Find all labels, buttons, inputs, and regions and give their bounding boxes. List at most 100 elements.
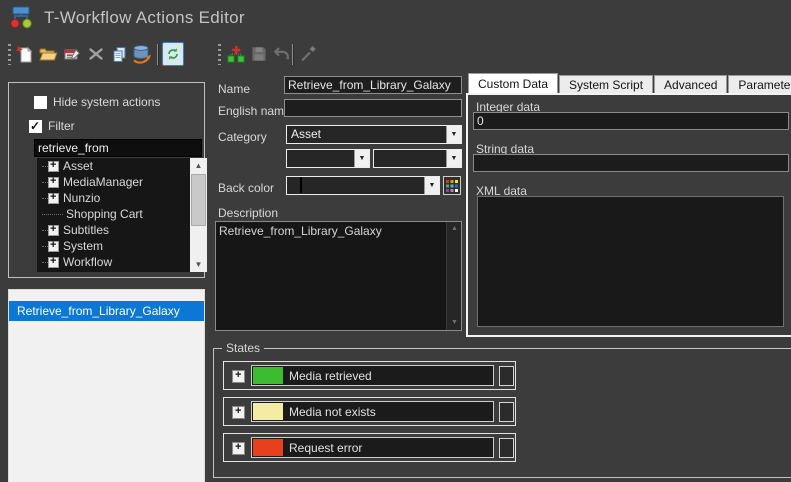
tree-expand-icon[interactable] (48, 177, 59, 188)
state-row-media-not-exists: Media not exists (223, 397, 516, 426)
name-input[interactable] (284, 76, 462, 94)
chevron-down-icon[interactable]: ▼ (446, 150, 461, 167)
database-button[interactable] (131, 42, 153, 66)
chevron-down-icon[interactable]: ▼ (354, 150, 369, 167)
xml-data-textarea[interactable] (477, 196, 784, 327)
state-row-media-retrieved: Media retrieved (223, 361, 516, 390)
state-color-swatch[interactable] (253, 367, 283, 384)
subcategory-combo-1[interactable]: ▼ (286, 149, 370, 168)
refresh-icon (166, 47, 180, 61)
state-color-swatch[interactable] (253, 439, 283, 456)
edit-form-button[interactable] (61, 42, 83, 66)
states-group-label: States (222, 341, 264, 355)
state-options-button[interactable] (499, 438, 514, 458)
states-group-box: States Media retrieved Media not exists … (213, 348, 791, 478)
description-textarea[interactable]: Retrieve_from_Library_Galaxy ▲ ▼ (215, 221, 462, 331)
scrollbar-thumb[interactable] (191, 174, 206, 226)
tree-item-asset[interactable]: Asset (37, 158, 190, 174)
open-button[interactable] (37, 42, 59, 66)
color-palette-button[interactable] (443, 176, 461, 195)
custom-data-tab-page: Integer data String data XML data (466, 93, 791, 337)
tree-item-mediamanager[interactable]: MediaManager (37, 174, 190, 190)
english-name-input[interactable] (284, 99, 462, 117)
state-name-field[interactable]: Media retrieved (251, 365, 494, 386)
name-label: Name (218, 82, 250, 96)
toolbar-separator-2 (292, 44, 293, 65)
checkbox-icon[interactable] (34, 96, 47, 109)
list-item-retrieve-from-library-galaxy[interactable]: Retrieve_from_Library_Galaxy (9, 301, 204, 321)
state-expand-icon[interactable] (232, 406, 245, 419)
scroll-down-icon[interactable]: ▼ (190, 257, 207, 272)
tree-item-shopping-cart[interactable]: Shopping Cart (37, 206, 190, 222)
tree-expand-icon[interactable] (48, 225, 59, 236)
chevron-down-icon[interactable]: ▼ (446, 126, 461, 143)
state-expand-icon[interactable] (232, 442, 245, 455)
toolbar-grip[interactable] (8, 44, 11, 65)
tab-strip: Custom Data System Script Advanced Param… (468, 74, 791, 93)
scroll-up-icon[interactable]: ▲ (190, 158, 207, 173)
new-action-button[interactable] (13, 42, 35, 66)
tree-item-nunzio[interactable]: Nunzio (37, 190, 190, 206)
delete-x-icon (87, 45, 105, 63)
filter-label: Filter (48, 119, 75, 133)
workflow-actions-editor-window: T-Workflow Actions Editor (0, 0, 791, 482)
state-options-button[interactable] (499, 366, 514, 386)
new-document-icon (15, 45, 34, 64)
undo-arrow-icon (272, 45, 291, 64)
copy-icon (110, 45, 129, 64)
finalize-button[interactable] (297, 42, 319, 66)
state-name-field[interactable]: Request error (251, 437, 494, 458)
tree-scrollbar[interactable]: ▲ ▼ (190, 158, 207, 272)
main-toolbar (0, 40, 791, 70)
tree-expand-icon[interactable] (48, 257, 59, 268)
filter-search-input[interactable] (34, 139, 202, 157)
delete-button[interactable] (85, 42, 107, 66)
checkbox-icon[interactable] (29, 120, 42, 133)
string-data-input[interactable] (473, 154, 789, 172)
tab-advanced[interactable]: Advanced (654, 75, 727, 93)
filter-checkbox[interactable]: Filter (29, 119, 75, 133)
palette-grid-icon (446, 180, 458, 192)
english-name-label: English name (218, 104, 291, 118)
open-folder-icon (38, 44, 58, 64)
window-title: T-Workflow Actions Editor (44, 8, 245, 28)
undo-button[interactable] (270, 42, 292, 66)
actions-list: Retrieve_from_Library_Galaxy (8, 289, 205, 482)
tree-item-workflow[interactable]: Workflow (37, 254, 190, 270)
toolbar-separator (157, 44, 158, 65)
back-color-combo[interactable]: ▼ (286, 176, 440, 195)
back-color-label: Back color (218, 181, 274, 195)
save-button[interactable] (248, 42, 270, 66)
tab-parameters[interactable]: Parameters (728, 75, 791, 93)
add-state-button[interactable] (225, 42, 247, 66)
state-options-button[interactable] (499, 402, 514, 422)
hide-system-actions-checkbox[interactable]: Hide system actions (34, 95, 160, 109)
tab-system-script[interactable]: System Script (559, 75, 653, 93)
actions-tree: Asset MediaManager Nunzio Shopping Cart (37, 158, 207, 272)
tree-expand-icon[interactable] (48, 193, 59, 204)
edit-form-icon (63, 45, 82, 64)
refresh-button[interactable] (162, 42, 184, 66)
tree-item-system[interactable]: System (37, 238, 190, 254)
integer-data-input[interactable] (473, 112, 789, 130)
description-scrollbar[interactable]: ▲ ▼ (446, 222, 461, 330)
description-label: Description (218, 206, 278, 220)
tree-expand-icon[interactable] (48, 241, 59, 252)
state-expand-icon[interactable] (232, 370, 245, 383)
category-combo[interactable]: Asset ▼ (286, 125, 462, 144)
tree-item-subtitles[interactable]: Subtitles (37, 222, 190, 238)
app-icon (8, 4, 34, 30)
tab-custom-data[interactable]: Custom Data (468, 73, 558, 93)
state-name-field[interactable]: Media not exists (251, 401, 494, 422)
copy-button[interactable] (108, 42, 130, 66)
subcategory-combo-2[interactable]: ▼ (373, 149, 462, 168)
scroll-up-icon[interactable]: ▲ (447, 222, 462, 236)
chevron-down-icon[interactable]: ▼ (424, 177, 439, 194)
tree-expand-icon[interactable] (48, 161, 59, 172)
scroll-down-icon[interactable]: ▼ (447, 316, 462, 330)
toolbar-grip-2[interactable] (218, 44, 221, 65)
state-row-request-error: Request error (223, 433, 516, 462)
back-color-swatch (300, 177, 302, 193)
add-state-icon (226, 44, 246, 64)
state-color-swatch[interactable] (253, 403, 283, 420)
